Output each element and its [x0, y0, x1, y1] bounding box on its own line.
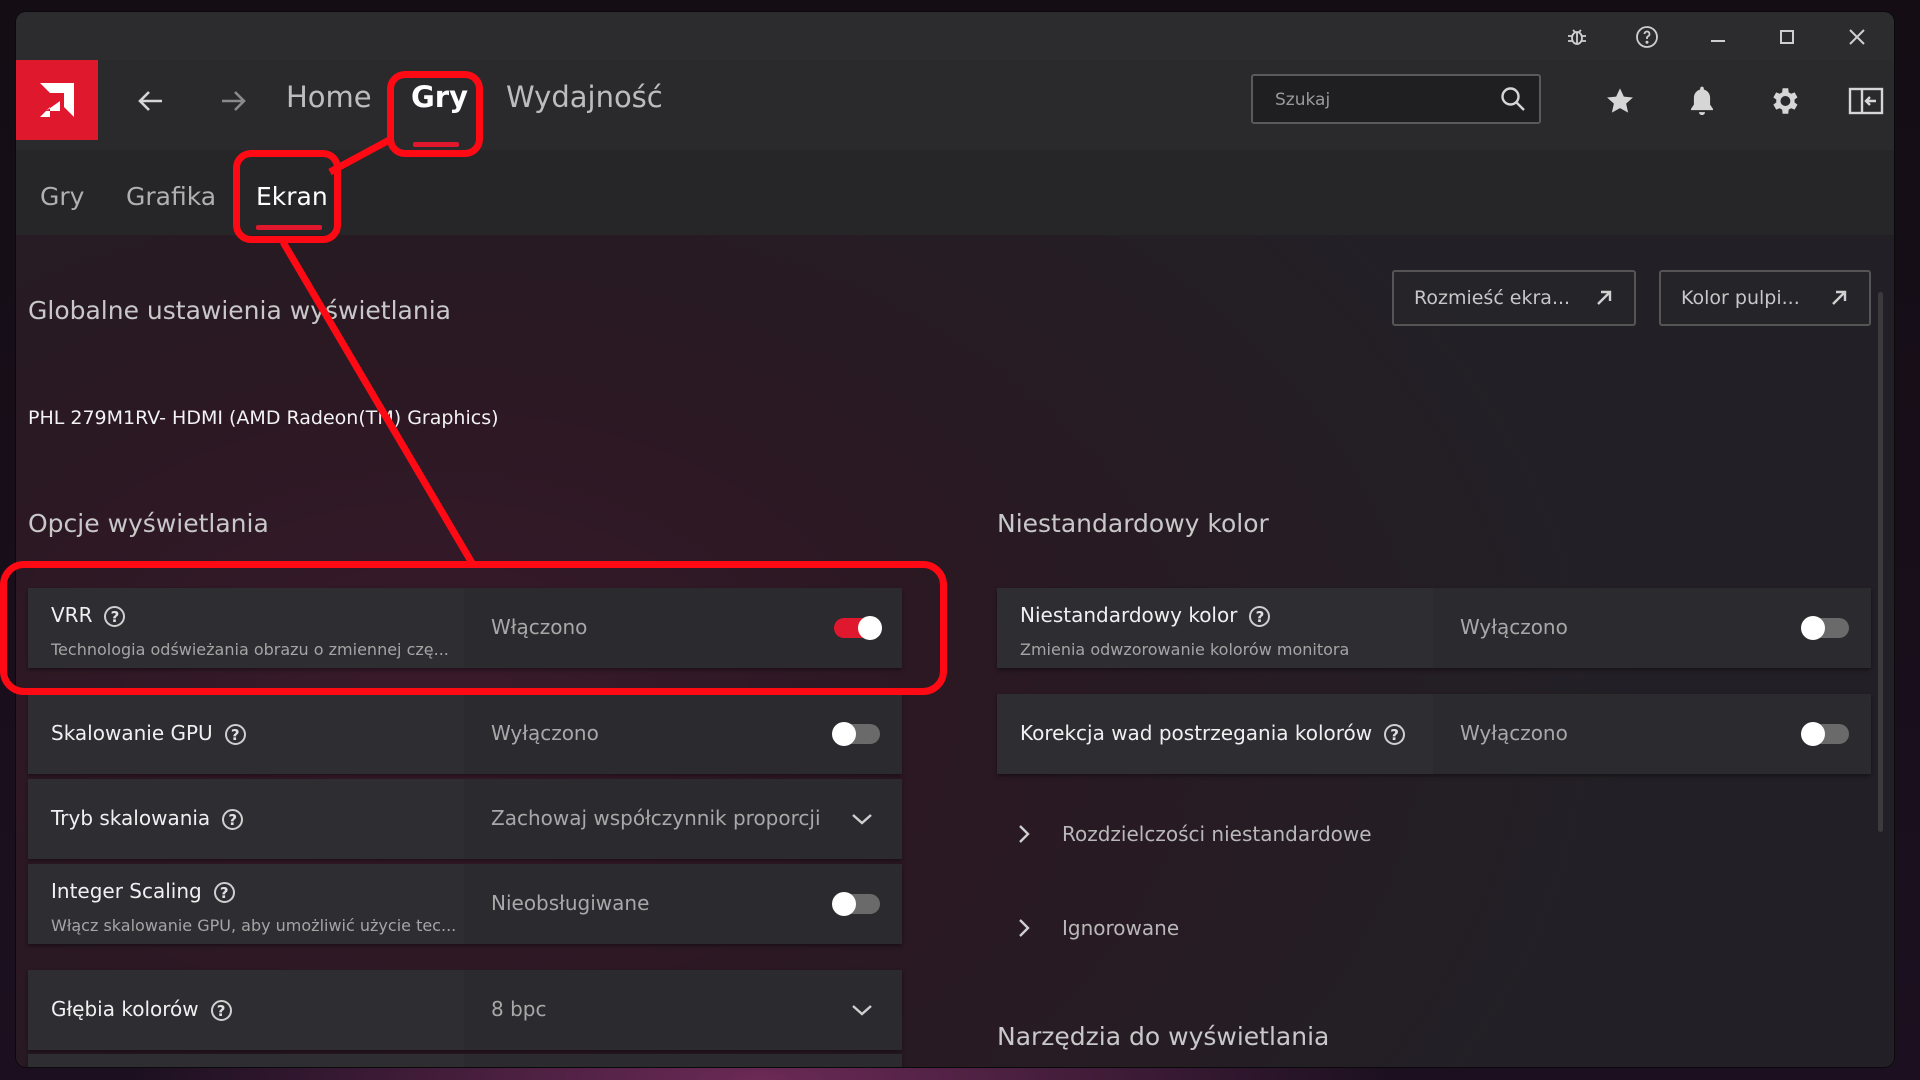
integer-scaling-status: Nieobsługiwane	[491, 891, 650, 915]
search-box	[1251, 74, 1541, 124]
chevron-right-icon	[1016, 822, 1032, 851]
help-icon[interactable]: ?	[210, 1000, 232, 1021]
color-depth-label: Głębia kolorów	[51, 997, 199, 1021]
search-input[interactable]	[1273, 86, 1497, 114]
scaling-mode-value: Zachowaj współczynnik proporcji	[491, 806, 821, 830]
subtab-gry[interactable]: Gry	[40, 182, 84, 211]
help-icon[interactable]: ?	[1384, 724, 1406, 745]
chevron-down-icon	[850, 809, 874, 833]
annotation-vrr-box	[0, 561, 947, 695]
scaling-mode-label: Tryb skalowania	[51, 806, 211, 830]
search-icon[interactable]	[1499, 85, 1527, 117]
integer-scaling-label: Integer Scaling	[51, 879, 202, 903]
gpu-scaling-status: Wyłączono	[491, 721, 599, 745]
desktop-color-label: Kolor pulpi...	[1681, 287, 1800, 309]
help-icon[interactable]: ?	[222, 809, 244, 830]
integer-scaling-description: Włącz skalowanie GPU, aby umożliwić użyc…	[51, 916, 457, 935]
custom-color-status: Wyłączono	[1460, 615, 1568, 639]
annotation-gry-box	[387, 71, 483, 157]
arrow-left-icon[interactable]	[132, 82, 170, 120]
gpu-scaling-row: Skalowanie GPU? Wyłączono	[28, 694, 902, 774]
tab-home[interactable]: Home	[286, 80, 372, 114]
display-options-heading: Opcje wyświetlania	[28, 509, 269, 538]
tab-wydajnosc[interactable]: Wydajność	[506, 80, 663, 114]
star-icon[interactable]	[1601, 82, 1639, 120]
global-settings-heading: Globalne ustawienia wyświetlania	[28, 296, 451, 325]
color-correction-label: Korekcja wad postrzegania kolorów	[1020, 721, 1373, 745]
arrow-right-icon[interactable]	[214, 82, 252, 120]
custom-color-toggle[interactable]	[1801, 616, 1849, 640]
custom-color-heading: Niestandardowy kolor	[997, 509, 1269, 538]
arrange-displays-button[interactable]: Rozmieść ekra...	[1392, 270, 1636, 326]
arrange-displays-label: Rozmieść ekra...	[1414, 287, 1571, 309]
close-icon[interactable]	[1842, 22, 1872, 52]
color-depth-value: 8 bpc	[491, 997, 547, 1021]
subtab-grafika[interactable]: Grafika	[126, 182, 216, 211]
title-bar	[16, 12, 1894, 60]
desktop-color-button[interactable]: Kolor pulpi...	[1659, 270, 1871, 326]
annotation-ekran-box	[233, 150, 341, 243]
integer-scaling-toggle[interactable]	[832, 892, 880, 916]
gear-icon[interactable]	[1765, 82, 1803, 120]
custom-color-description: Zmienia odwzorowanie kolorów monitora	[1020, 640, 1350, 659]
gpu-scaling-label: Skalowanie GPU	[51, 721, 213, 745]
sidebar-icon[interactable]	[1847, 82, 1885, 120]
bell-icon[interactable]	[1683, 82, 1721, 120]
external-link-icon	[1829, 288, 1849, 312]
monitor-name: PHL 279M1RV- HDMI (AMD Radeon(TM) Graphi…	[28, 407, 499, 429]
external-link-icon	[1594, 288, 1614, 312]
main-navigation: Home Gry Wydajność	[16, 60, 1894, 150]
help-circle-icon[interactable]	[1632, 22, 1662, 52]
scrollbar[interactable]	[1878, 292, 1883, 832]
scaling-mode-dropdown[interactable]: Zachowaj współczynnik proporcji	[468, 779, 902, 859]
scaling-mode-row: Tryb skalowania? Zachowaj współczynnik p…	[28, 779, 902, 859]
color-depth-dropdown[interactable]: 8 bpc	[468, 970, 902, 1050]
color-correction-row: Korekcja wad postrzegania kolorów? Wyłąc…	[997, 694, 1871, 774]
help-icon[interactable]: ?	[213, 882, 235, 903]
display-tools-heading: Narzędzia do wyświetlania	[997, 1022, 1330, 1051]
help-icon[interactable]: ?	[224, 724, 246, 745]
chevron-right-icon	[1016, 916, 1032, 945]
custom-color-label: Niestandardowy kolor	[1020, 603, 1238, 627]
next-row-partial	[28, 1054, 902, 1067]
amd-logo[interactable]	[16, 60, 98, 140]
color-correction-toggle[interactable]	[1801, 722, 1849, 746]
bug-icon[interactable]	[1562, 22, 1592, 52]
help-icon[interactable]: ?	[1249, 606, 1271, 627]
gpu-scaling-toggle[interactable]	[832, 722, 880, 746]
color-depth-row: Głębia kolorów? 8 bpc	[28, 970, 902, 1050]
custom-color-row: Niestandardowy kolor? Zmienia odwzorowan…	[997, 588, 1871, 668]
custom-resolutions-label: Rozdzielczości niestandardowe	[1062, 822, 1372, 846]
maximize-icon[interactable]	[1772, 22, 1802, 52]
minimize-icon[interactable]	[1703, 22, 1733, 52]
chevron-down-icon	[850, 1000, 874, 1024]
ignored-label: Ignorowane	[1062, 916, 1180, 940]
integer-scaling-row: Integer Scaling? Włącz skalowanie GPU, a…	[28, 864, 902, 944]
color-correction-status: Wyłączono	[1460, 721, 1568, 745]
